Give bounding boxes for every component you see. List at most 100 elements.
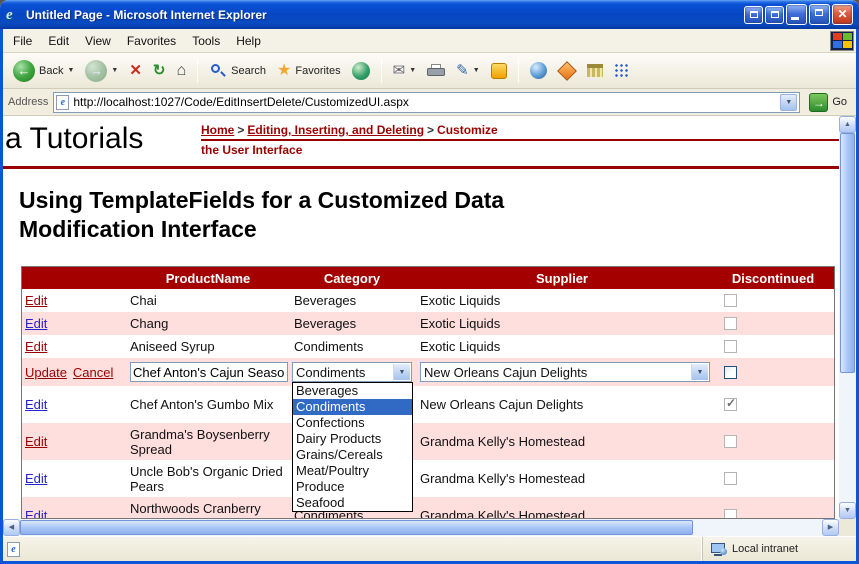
address-input[interactable]: e http://localhost:1027/Code/EditInsertD… xyxy=(53,92,800,113)
menu-file[interactable]: File xyxy=(5,31,40,51)
page-viewport: a Tutorials Home>Editing, Inserting, and… xyxy=(3,116,856,536)
edit-link[interactable]: Edit xyxy=(25,316,47,331)
window-control-extra-2[interactable] xyxy=(765,6,784,24)
edit-page-button[interactable]: ✎ ▼ xyxy=(452,59,484,83)
home-icon: ⌂ xyxy=(177,61,187,81)
breadcrumb-section-link[interactable]: Editing, Inserting, and Deleting xyxy=(247,123,424,137)
toolbar-separator xyxy=(518,59,519,83)
menu-favorites[interactable]: Favorites xyxy=(119,31,184,51)
chevron-down-icon[interactable]: ▼ xyxy=(393,364,410,380)
page-title: Using TemplateFields for a Customized Da… xyxy=(19,186,549,244)
menu-edit[interactable]: Edit xyxy=(40,31,77,51)
back-button[interactable]: ← Back ▼ xyxy=(9,58,78,84)
favorites-button[interactable]: ★ Favorites xyxy=(273,59,345,83)
grid-header-supplier: Supplier xyxy=(414,267,710,289)
edit-dropdown-icon[interactable]: ▼ xyxy=(473,67,480,74)
edit-link[interactable]: Edit xyxy=(25,508,47,519)
vertical-scrollbar-thumb[interactable] xyxy=(840,133,855,373)
mail-dropdown-icon[interactable]: ▼ xyxy=(409,67,416,74)
cancel-link[interactable]: Cancel xyxy=(73,365,113,380)
menu-view[interactable]: View xyxy=(77,31,119,51)
product-name-input[interactable] xyxy=(130,362,288,382)
print-button[interactable] xyxy=(423,62,449,80)
edit-link[interactable]: Edit xyxy=(25,397,47,412)
list-item[interactable]: Confections xyxy=(293,415,412,431)
messenger-icon xyxy=(491,63,507,79)
scroll-right-icon[interactable]: ▶ xyxy=(822,519,839,536)
horizontal-scrollbar[interactable]: ◀ ▶ xyxy=(3,519,839,536)
window-control-extra-1[interactable] xyxy=(744,6,763,24)
go-button[interactable]: → Go xyxy=(805,91,851,114)
vertical-scrollbar[interactable]: ▲ ▼ xyxy=(839,116,856,519)
product-cell: Grandma's Boysenberry Spread xyxy=(126,423,290,460)
update-link[interactable]: Update xyxy=(25,365,67,380)
discontinued-checkbox-checked: ✓ xyxy=(724,398,737,411)
refresh-button[interactable]: ↻ xyxy=(149,59,170,83)
edit-link[interactable]: Edit xyxy=(25,471,47,486)
toolbar-extra-button-3[interactable] xyxy=(583,62,607,79)
breadcrumb-rule xyxy=(201,139,839,141)
edit-link[interactable]: Edit xyxy=(25,339,47,354)
status-bar: e Local intranet xyxy=(3,536,856,561)
supplier-selected-value: New Orleans Cajun Delights xyxy=(424,365,587,380)
list-item[interactable]: Meat/Poultry xyxy=(293,463,412,479)
discontinued-checkbox xyxy=(724,294,737,307)
category-cell: Condiments xyxy=(290,335,414,358)
minimize-button[interactable] xyxy=(786,4,807,25)
list-item[interactable]: Grains/Cereals xyxy=(293,447,412,463)
library-icon xyxy=(587,64,603,77)
address-url[interactable]: http://localhost:1027/Code/EditInsertDel… xyxy=(73,95,776,109)
grid-header-row: ProductName Category Supplier Discontinu… xyxy=(22,267,834,289)
check-icon: ✓ xyxy=(726,396,736,410)
maximize-button[interactable] xyxy=(809,4,830,25)
stop-button[interactable]: ✕ xyxy=(125,59,146,83)
site-title: a Tutorials xyxy=(5,122,143,156)
window-frame: File Edit View Favorites Tools Help ← Ba… xyxy=(0,29,859,564)
toolbar-separator xyxy=(197,59,198,83)
table-row: Edit Chef Anton's Gumbo Mix Condiments N… xyxy=(22,386,834,423)
media-icon xyxy=(352,62,370,80)
address-dropdown-icon[interactable]: ▼ xyxy=(780,94,797,111)
discontinued-checkbox-editable[interactable] xyxy=(724,366,737,379)
close-button[interactable]: ✕ xyxy=(832,4,853,25)
forward-button[interactable]: → ▼ xyxy=(81,58,122,84)
scroll-left-icon[interactable]: ◀ xyxy=(3,519,20,536)
forward-dropdown-icon[interactable]: ▼ xyxy=(111,67,118,74)
toolbar-extra-button-4[interactable] xyxy=(610,61,633,80)
home-button[interactable]: ⌂ xyxy=(173,59,191,83)
products-gridview: ProductName Category Supplier Discontinu… xyxy=(21,266,835,519)
edit-link[interactable]: Edit xyxy=(25,434,47,449)
edit-link[interactable]: Edit xyxy=(25,293,47,308)
scroll-down-icon[interactable]: ▼ xyxy=(839,502,856,519)
back-dropdown-icon[interactable]: ▼ xyxy=(67,67,74,74)
horizontal-scrollbar-thumb[interactable] xyxy=(20,520,693,535)
breadcrumb-home-link[interactable]: Home xyxy=(201,123,234,137)
list-item[interactable]: Dairy Products xyxy=(293,431,412,447)
media-button[interactable] xyxy=(348,60,374,82)
category-open-list[interactable]: Beverages Condiments Confections Dairy P… xyxy=(292,382,413,512)
research-icon xyxy=(557,61,577,81)
supplier-dropdown[interactable]: New Orleans Cajun Delights ▼ xyxy=(420,362,710,382)
menu-tools[interactable]: Tools xyxy=(184,31,228,51)
category-cell: Beverages xyxy=(290,289,414,312)
print-icon xyxy=(427,64,445,78)
category-dropdown[interactable]: Condiments ▼ xyxy=(292,362,412,382)
toolbar-extra-button-2[interactable] xyxy=(554,62,580,80)
list-item[interactable]: Produce xyxy=(293,479,412,495)
chevron-down-icon[interactable]: ▼ xyxy=(691,364,708,380)
discontinued-checkbox xyxy=(724,317,737,330)
category-selected-value: Condiments xyxy=(296,365,365,380)
messenger-button[interactable] xyxy=(487,61,511,81)
page-content: a Tutorials Home>Editing, Inserting, and… xyxy=(3,116,839,519)
toolbar-extra-button-1[interactable] xyxy=(526,60,551,81)
menu-help[interactable]: Help xyxy=(228,31,269,51)
mail-button[interactable]: ✉ ▼ xyxy=(389,59,421,83)
list-item[interactable]: Beverages xyxy=(293,383,412,399)
product-cell: Northwoods Cranberry Sauce xyxy=(126,497,290,519)
breadcrumb-current-line-1: Customize xyxy=(437,123,498,137)
edit-mode-row: Update Cancel Condiments ▼ New Orleans C… xyxy=(22,358,834,386)
list-item[interactable]: Condiments xyxy=(293,399,412,415)
list-item[interactable]: Seafood xyxy=(293,495,412,511)
scroll-up-icon[interactable]: ▲ xyxy=(839,116,856,133)
search-button[interactable]: Search xyxy=(205,60,270,82)
